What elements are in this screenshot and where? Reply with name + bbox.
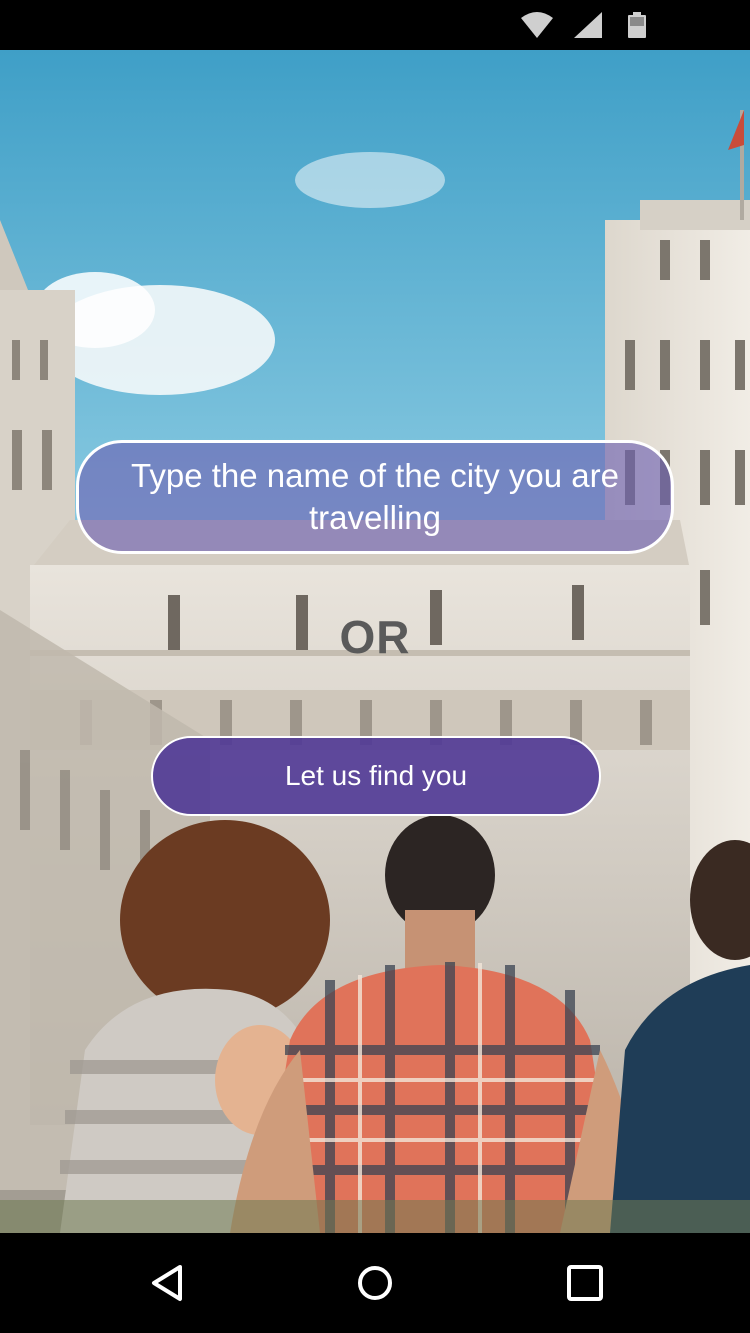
back-icon[interactable] bbox=[148, 1263, 188, 1303]
city-search-placeholder: Type the name of the city you are travel… bbox=[131, 457, 619, 536]
navigation-bar bbox=[0, 1233, 750, 1333]
let-us-find-you-button[interactable]: Let us find you bbox=[151, 736, 601, 816]
home-icon[interactable] bbox=[355, 1263, 395, 1303]
city-search-input[interactable]: Type the name of the city you are travel… bbox=[76, 440, 674, 554]
status-bar bbox=[0, 0, 750, 50]
cellular-signal-icon bbox=[574, 12, 602, 38]
find-button-label: Let us find you bbox=[284, 760, 468, 791]
recent-apps-icon[interactable] bbox=[565, 1263, 605, 1303]
or-separator: OR bbox=[339, 611, 411, 663]
battery-icon bbox=[628, 12, 646, 38]
wifi-icon bbox=[521, 12, 553, 38]
